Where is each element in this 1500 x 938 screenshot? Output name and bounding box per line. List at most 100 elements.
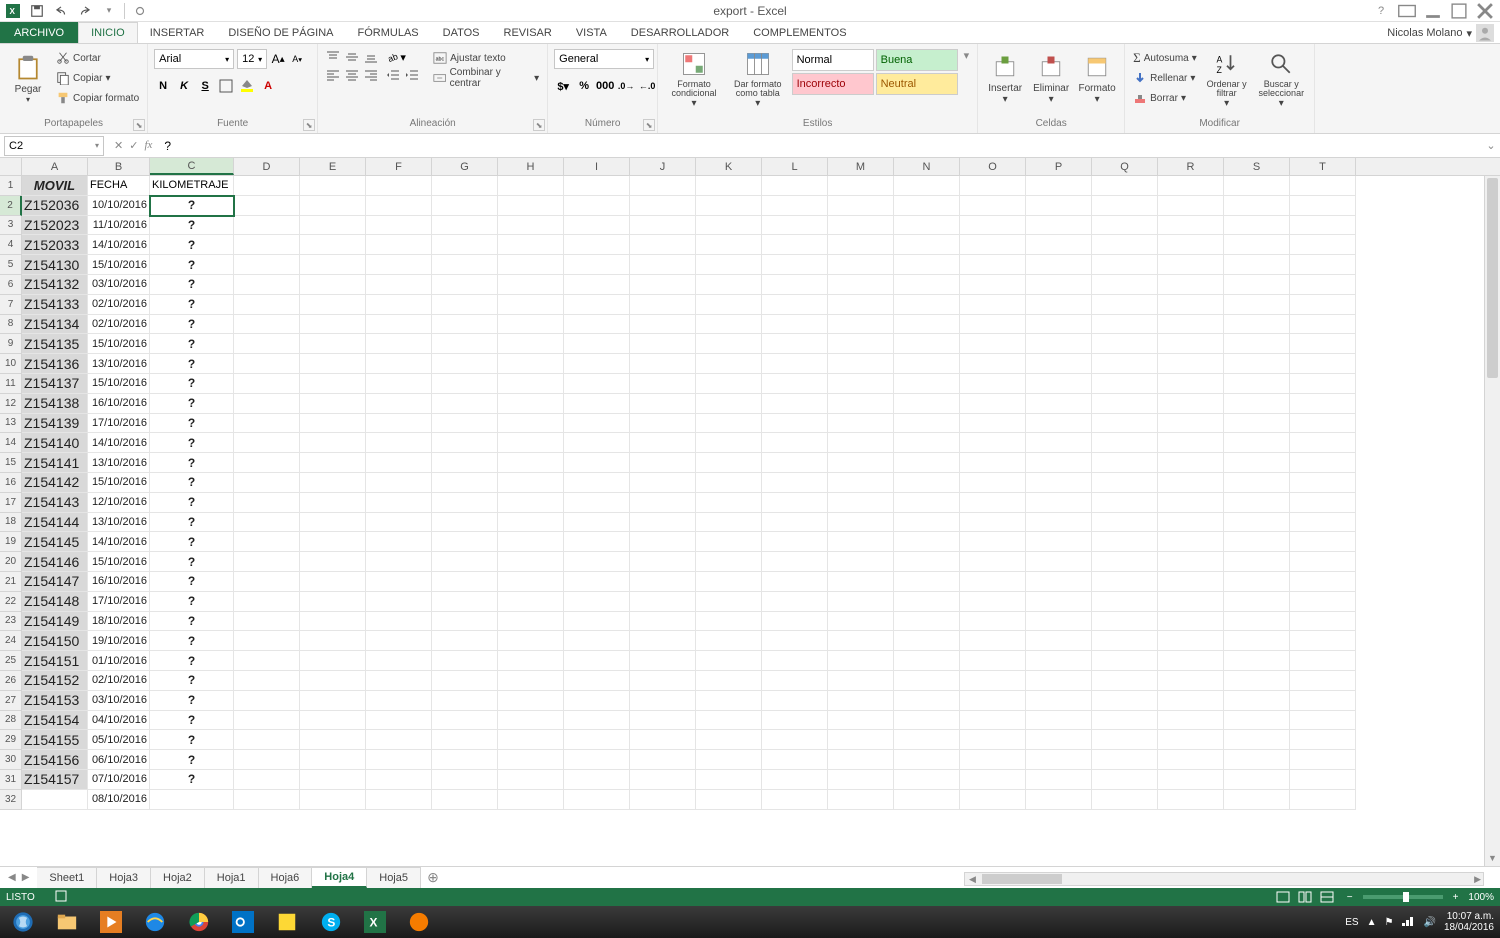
cell[interactable] <box>1026 631 1092 651</box>
cell[interactable] <box>630 493 696 513</box>
cell[interactable] <box>1290 691 1356 711</box>
cell-fecha[interactable]: 03/10/2016 <box>88 691 150 711</box>
cell[interactable] <box>564 216 630 236</box>
cell[interactable] <box>894 631 960 651</box>
cell[interactable] <box>696 196 762 216</box>
col-header-C[interactable]: C <box>150 158 234 175</box>
macro-record-icon[interactable] <box>55 890 67 905</box>
cell[interactable] <box>432 394 498 414</box>
eliminar-celdas-button[interactable]: Eliminar▾ <box>1030 49 1072 109</box>
chrome-icon[interactable] <box>178 908 220 936</box>
cell[interactable] <box>432 334 498 354</box>
cell[interactable] <box>366 631 432 651</box>
cell-fecha[interactable]: 02/10/2016 <box>88 315 150 335</box>
sheet-tab-hoja2[interactable]: Hoja2 <box>151 867 205 888</box>
cell-movil[interactable]: Z154139 <box>22 414 88 434</box>
cell[interactable] <box>762 334 828 354</box>
cell[interactable] <box>1290 532 1356 552</box>
cell[interactable] <box>432 711 498 731</box>
style-normal[interactable]: Normal <box>792 49 874 71</box>
cell-kilometraje[interactable]: ? <box>150 453 234 473</box>
ajustar-texto-button[interactable]: abcAjustar texto <box>431 49 541 67</box>
cell[interactable] <box>960 552 1026 572</box>
cell[interactable] <box>564 334 630 354</box>
view-page-layout-icon[interactable] <box>1295 890 1315 904</box>
portapapeles-launcher-icon[interactable]: ⬊ <box>133 119 145 131</box>
scroll-left-icon[interactable]: ◀ <box>965 874 980 885</box>
cell[interactable] <box>1158 572 1224 592</box>
cell[interactable] <box>894 374 960 394</box>
cell[interactable] <box>696 651 762 671</box>
zoom-out-icon[interactable]: − <box>1347 892 1353 903</box>
cell-movil[interactable]: Z154157 <box>22 770 88 790</box>
tab-insertar[interactable]: INSERTAR <box>138 22 217 43</box>
cell-movil[interactable]: Z154137 <box>22 374 88 394</box>
cell[interactable] <box>300 612 366 632</box>
cell[interactable] <box>828 790 894 810</box>
cell[interactable] <box>564 691 630 711</box>
cell[interactable] <box>234 275 300 295</box>
cell[interactable] <box>828 235 894 255</box>
cell-kilometraje[interactable]: ? <box>150 691 234 711</box>
cell[interactable] <box>1224 513 1290 533</box>
font-size-combo[interactable]: 12▾ <box>237 49 267 69</box>
cell[interactable] <box>366 255 432 275</box>
cell[interactable] <box>828 532 894 552</box>
cell[interactable] <box>960 651 1026 671</box>
cell[interactable] <box>960 196 1026 216</box>
sheet-tab-hoja5[interactable]: Hoja5 <box>367 867 421 888</box>
cell-fecha[interactable]: 13/10/2016 <box>88 453 150 473</box>
align-center-icon[interactable] <box>343 67 361 83</box>
cell[interactable] <box>828 750 894 770</box>
tab-archivo[interactable]: ARCHIVO <box>0 22 78 43</box>
cell[interactable] <box>498 196 564 216</box>
cell-kilometraje[interactable]: ? <box>150 295 234 315</box>
cell-fecha[interactable]: 15/10/2016 <box>88 552 150 572</box>
cell[interactable] <box>300 453 366 473</box>
cell[interactable] <box>1158 315 1224 335</box>
cell[interactable] <box>1224 433 1290 453</box>
cell[interactable] <box>1158 612 1224 632</box>
cell[interactable] <box>498 651 564 671</box>
cell[interactable] <box>366 790 432 810</box>
cell[interactable] <box>1158 275 1224 295</box>
cell[interactable] <box>894 730 960 750</box>
cell[interactable] <box>960 176 1026 196</box>
cell[interactable] <box>564 592 630 612</box>
cell[interactable] <box>894 612 960 632</box>
cell[interactable] <box>366 651 432 671</box>
cell[interactable] <box>1158 473 1224 493</box>
cancel-icon[interactable]: ✕ <box>114 139 123 152</box>
notes-icon[interactable] <box>266 908 308 936</box>
cell[interactable] <box>894 532 960 552</box>
col-header-O[interactable]: O <box>960 158 1026 175</box>
underline-button[interactable]: S <box>196 77 214 95</box>
cell[interactable] <box>300 414 366 434</box>
cell[interactable] <box>828 196 894 216</box>
cell[interactable] <box>894 196 960 216</box>
enter-icon[interactable]: ✓ <box>129 139 138 152</box>
cell[interactable] <box>1290 315 1356 335</box>
cell[interactable] <box>960 612 1026 632</box>
cell[interactable] <box>762 691 828 711</box>
cell-fecha[interactable]: 08/10/2016 <box>88 790 150 810</box>
cell[interactable] <box>498 433 564 453</box>
cell[interactable] <box>762 671 828 691</box>
tray-arrow-icon[interactable]: ▲ <box>1367 917 1377 928</box>
cell[interactable] <box>1158 374 1224 394</box>
cell[interactable] <box>564 374 630 394</box>
cell-kilometraje[interactable]: ? <box>150 354 234 374</box>
cell[interactable] <box>630 295 696 315</box>
cell[interactable] <box>366 711 432 731</box>
cell[interactable] <box>300 295 366 315</box>
cell-movil[interactable]: Z154149 <box>22 612 88 632</box>
cell[interactable] <box>696 691 762 711</box>
col-header-T[interactable]: T <box>1290 158 1356 175</box>
cell[interactable] <box>762 394 828 414</box>
cell[interactable] <box>1290 354 1356 374</box>
col-header-N[interactable]: N <box>894 158 960 175</box>
cell[interactable] <box>1092 730 1158 750</box>
cell[interactable] <box>432 176 498 196</box>
cell[interactable] <box>366 473 432 493</box>
cell[interactable] <box>1290 433 1356 453</box>
